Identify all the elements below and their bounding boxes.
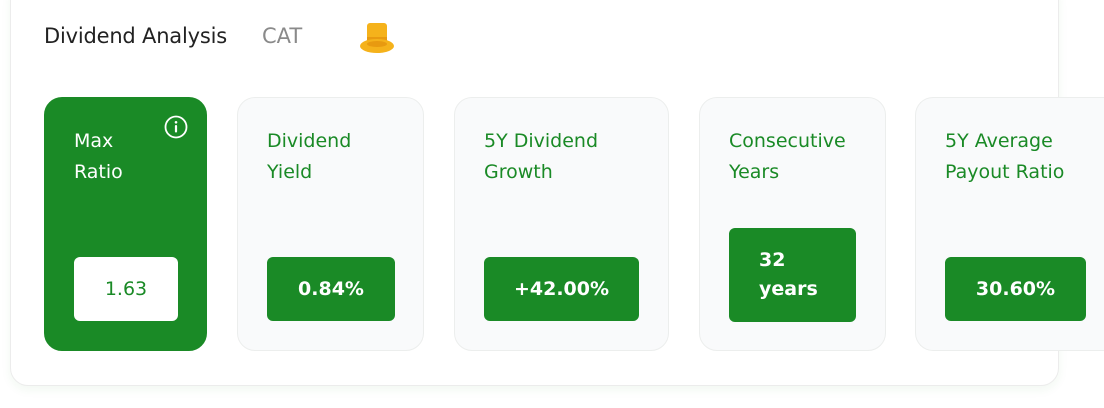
card-label: 5Y Average Payout Ratio	[945, 130, 1065, 183]
card-value: +42.00%	[484, 257, 639, 321]
ticker-symbol: CAT	[262, 24, 303, 48]
card-5y-average-payout-ratio[interactable]: 5Y Average Payout Ratio 30.60%	[915, 97, 1104, 351]
card-label: Consecutive Years	[729, 130, 846, 183]
card-label: 5Y Dividend Growth	[484, 130, 599, 183]
card-consecutive-years[interactable]: Consecutive Years 32 years	[699, 97, 886, 351]
card-value: 32 years	[729, 228, 856, 322]
card-max-ratio[interactable]: Max Ratio 1.63	[44, 97, 207, 351]
card-value: 1.63	[74, 257, 178, 321]
section-title: Dividend Analysis	[44, 24, 227, 48]
card-label: Dividend Yield	[267, 130, 352, 183]
info-icon[interactable]	[164, 115, 188, 139]
card-dividend-yield[interactable]: Dividend Yield 0.84%	[237, 97, 424, 351]
top-hat-icon	[360, 23, 394, 53]
card-5y-dividend-growth[interactable]: 5Y Dividend Growth +42.00%	[454, 97, 669, 351]
card-label: Max Ratio	[74, 130, 123, 183]
card-value: 30.60%	[945, 257, 1086, 321]
card-value: 0.84%	[267, 257, 395, 321]
